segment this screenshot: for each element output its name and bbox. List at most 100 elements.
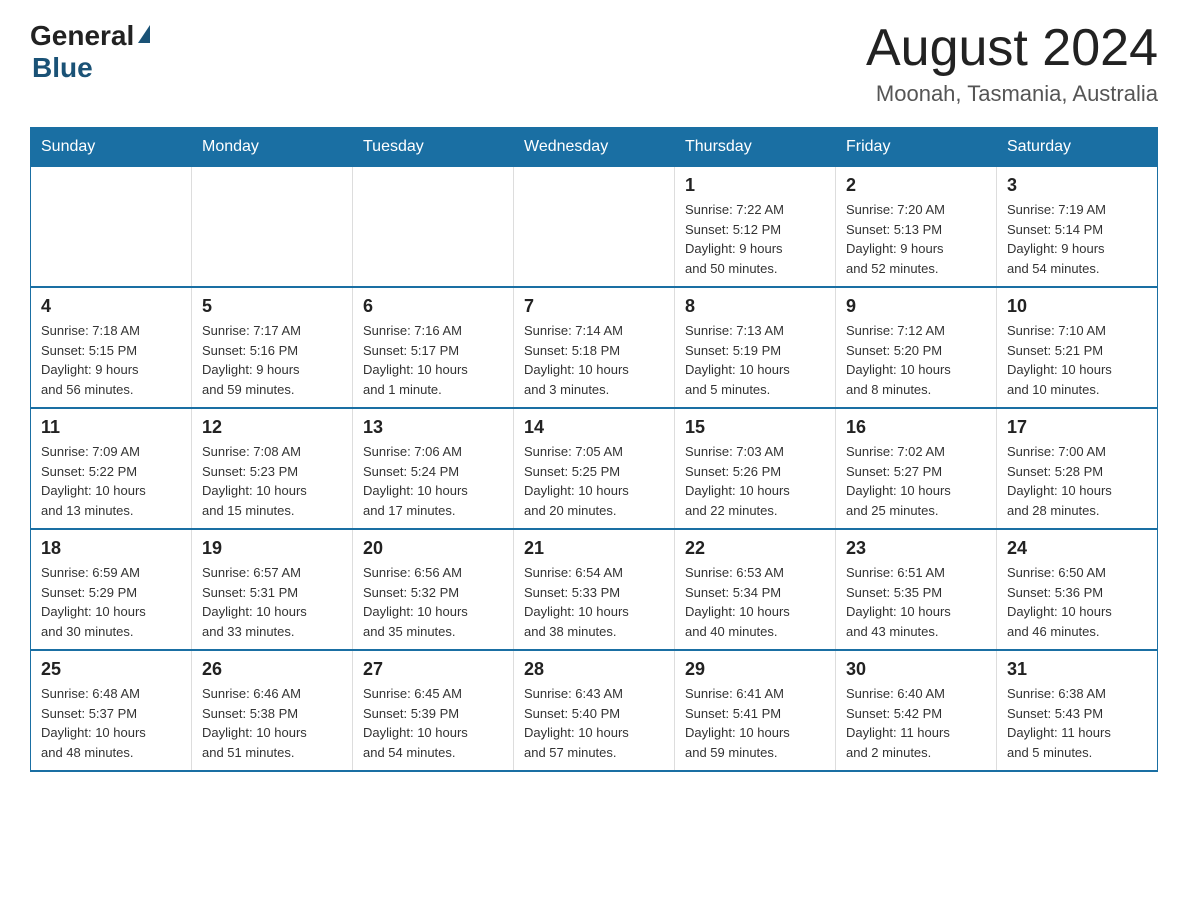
calendar-week-3: 11 Sunrise: 7:09 AM Sunset: 5:22 PM Dayli… (31, 408, 1158, 529)
calendar-table: SundayMondayTuesdayWednesdayThursdayFrid… (30, 127, 1158, 772)
day-number: 29 (685, 659, 825, 680)
day-info: Sunrise: 6:54 AM Sunset: 5:33 PM Dayligh… (524, 563, 664, 641)
location-subtitle: Moonah, Tasmania, Australia (866, 81, 1158, 107)
header-saturday: Saturday (997, 128, 1158, 167)
calendar-cell: 20 Sunrise: 6:56 AM Sunset: 5:32 PM Dayli… (353, 529, 514, 650)
header-sunday: Sunday (31, 128, 192, 167)
day-info: Sunrise: 6:57 AM Sunset: 5:31 PM Dayligh… (202, 563, 342, 641)
header-tuesday: Tuesday (353, 128, 514, 167)
day-number: 30 (846, 659, 986, 680)
day-number: 3 (1007, 175, 1147, 196)
day-info: Sunrise: 7:13 AM Sunset: 5:19 PM Dayligh… (685, 321, 825, 399)
calendar-week-2: 4 Sunrise: 7:18 AM Sunset: 5:15 PM Daylig… (31, 287, 1158, 408)
calendar-cell: 5 Sunrise: 7:17 AM Sunset: 5:16 PM Daylig… (192, 287, 353, 408)
logo-general-text: General (30, 20, 134, 52)
page-header: General Blue August 2024 Moonah, Tasmani… (30, 20, 1158, 107)
calendar-cell (192, 167, 353, 288)
day-info: Sunrise: 7:18 AM Sunset: 5:15 PM Dayligh… (41, 321, 181, 399)
day-number: 27 (363, 659, 503, 680)
calendar-cell: 1 Sunrise: 7:22 AM Sunset: 5:12 PM Daylig… (675, 167, 836, 288)
day-number: 16 (846, 417, 986, 438)
header-thursday: Thursday (675, 128, 836, 167)
header-monday: Monday (192, 128, 353, 167)
logo-text: General (30, 20, 150, 52)
calendar-cell: 11 Sunrise: 7:09 AM Sunset: 5:22 PM Dayli… (31, 408, 192, 529)
day-info: Sunrise: 6:53 AM Sunset: 5:34 PM Dayligh… (685, 563, 825, 641)
day-info: Sunrise: 6:48 AM Sunset: 5:37 PM Dayligh… (41, 684, 181, 762)
calendar-cell: 26Sunrise: 6:46 AM Sunset: 5:38 PM Dayli… (192, 650, 353, 771)
calendar-week-1: 1 Sunrise: 7:22 AM Sunset: 5:12 PM Daylig… (31, 167, 1158, 288)
day-number: 19 (202, 538, 342, 559)
day-number: 24 (1007, 538, 1147, 559)
day-info: Sunrise: 7:08 AM Sunset: 5:23 PM Dayligh… (202, 442, 342, 520)
month-title: August 2024 (866, 20, 1158, 77)
day-number: 11 (41, 417, 181, 438)
calendar-cell: 18 Sunrise: 6:59 AM Sunset: 5:29 PM Dayli… (31, 529, 192, 650)
calendar-cell: 7 Sunrise: 7:14 AM Sunset: 5:18 PM Daylig… (514, 287, 675, 408)
calendar-cell: 27 Sunrise: 6:45 AM Sunset: 5:39 PM Dayli… (353, 650, 514, 771)
day-number: 26 (202, 659, 342, 680)
header-friday: Friday (836, 128, 997, 167)
calendar-cell: 14 Sunrise: 7:05 AM Sunset: 5:25 PM Dayli… (514, 408, 675, 529)
calendar-header-row: SundayMondayTuesdayWednesdayThursdayFrid… (31, 128, 1158, 167)
day-info: Sunrise: 7:14 AM Sunset: 5:18 PM Dayligh… (524, 321, 664, 399)
day-number: 23 (846, 538, 986, 559)
logo-triangle-icon (138, 25, 150, 43)
calendar-cell: 9 Sunrise: 7:12 AM Sunset: 5:20 PM Daylig… (836, 287, 997, 408)
day-info: Sunrise: 7:19 AM Sunset: 5:14 PM Dayligh… (1007, 200, 1147, 278)
calendar-cell: 17Sunrise: 7:00 AM Sunset: 5:28 PM Dayli… (997, 408, 1158, 529)
day-number: 18 (41, 538, 181, 559)
day-number: 20 (363, 538, 503, 559)
day-info: Sunrise: 7:22 AM Sunset: 5:12 PM Dayligh… (685, 200, 825, 278)
day-number: 14 (524, 417, 664, 438)
calendar-cell: 19 Sunrise: 6:57 AM Sunset: 5:31 PM Dayli… (192, 529, 353, 650)
calendar-cell: 16 Sunrise: 7:02 AM Sunset: 5:27 PM Dayli… (836, 408, 997, 529)
calendar-cell: 29Sunrise: 6:41 AM Sunset: 5:41 PM Dayli… (675, 650, 836, 771)
calendar-cell: 25Sunrise: 6:48 AM Sunset: 5:37 PM Dayli… (31, 650, 192, 771)
calendar-cell: 13Sunrise: 7:06 AM Sunset: 5:24 PM Dayli… (353, 408, 514, 529)
day-number: 8 (685, 296, 825, 317)
day-info: Sunrise: 7:16 AM Sunset: 5:17 PM Dayligh… (363, 321, 503, 399)
calendar-cell: 2Sunrise: 7:20 AM Sunset: 5:13 PM Daylig… (836, 167, 997, 288)
day-info: Sunrise: 7:12 AM Sunset: 5:20 PM Dayligh… (846, 321, 986, 399)
calendar-cell: 22Sunrise: 6:53 AM Sunset: 5:34 PM Dayli… (675, 529, 836, 650)
calendar-cell: 3 Sunrise: 7:19 AM Sunset: 5:14 PM Daylig… (997, 167, 1158, 288)
header-wednesday: Wednesday (514, 128, 675, 167)
calendar-cell: 12 Sunrise: 7:08 AM Sunset: 5:23 PM Dayli… (192, 408, 353, 529)
day-info: Sunrise: 7:00 AM Sunset: 5:28 PM Dayligh… (1007, 442, 1147, 520)
day-info: Sunrise: 6:38 AM Sunset: 5:43 PM Dayligh… (1007, 684, 1147, 762)
calendar-cell: 30 Sunrise: 6:40 AM Sunset: 5:42 PM Dayli… (836, 650, 997, 771)
calendar-cell: 28Sunrise: 6:43 AM Sunset: 5:40 PM Dayli… (514, 650, 675, 771)
day-info: Sunrise: 6:59 AM Sunset: 5:29 PM Dayligh… (41, 563, 181, 641)
calendar-cell: 10 Sunrise: 7:10 AM Sunset: 5:21 PM Dayli… (997, 287, 1158, 408)
day-number: 1 (685, 175, 825, 196)
day-info: Sunrise: 7:03 AM Sunset: 5:26 PM Dayligh… (685, 442, 825, 520)
day-info: Sunrise: 6:40 AM Sunset: 5:42 PM Dayligh… (846, 684, 986, 762)
day-number: 6 (363, 296, 503, 317)
day-info: Sunrise: 7:20 AM Sunset: 5:13 PM Dayligh… (846, 200, 986, 278)
day-info: Sunrise: 6:51 AM Sunset: 5:35 PM Dayligh… (846, 563, 986, 641)
calendar-cell: 6 Sunrise: 7:16 AM Sunset: 5:17 PM Daylig… (353, 287, 514, 408)
day-info: Sunrise: 7:02 AM Sunset: 5:27 PM Dayligh… (846, 442, 986, 520)
day-info: Sunrise: 7:17 AM Sunset: 5:16 PM Dayligh… (202, 321, 342, 399)
calendar-week-5: 25Sunrise: 6:48 AM Sunset: 5:37 PM Dayli… (31, 650, 1158, 771)
calendar-cell (31, 167, 192, 288)
day-number: 7 (524, 296, 664, 317)
day-number: 31 (1007, 659, 1147, 680)
day-info: Sunrise: 7:09 AM Sunset: 5:22 PM Dayligh… (41, 442, 181, 520)
calendar-cell: 21 Sunrise: 6:54 AM Sunset: 5:33 PM Dayli… (514, 529, 675, 650)
day-info: Sunrise: 7:10 AM Sunset: 5:21 PM Dayligh… (1007, 321, 1147, 399)
day-info: Sunrise: 6:56 AM Sunset: 5:32 PM Dayligh… (363, 563, 503, 641)
day-number: 12 (202, 417, 342, 438)
day-number: 10 (1007, 296, 1147, 317)
day-info: Sunrise: 7:05 AM Sunset: 5:25 PM Dayligh… (524, 442, 664, 520)
day-number: 15 (685, 417, 825, 438)
calendar-week-4: 18 Sunrise: 6:59 AM Sunset: 5:29 PM Dayli… (31, 529, 1158, 650)
day-number: 21 (524, 538, 664, 559)
day-number: 5 (202, 296, 342, 317)
day-number: 28 (524, 659, 664, 680)
day-number: 4 (41, 296, 181, 317)
day-info: Sunrise: 6:50 AM Sunset: 5:36 PM Dayligh… (1007, 563, 1147, 641)
day-info: Sunrise: 6:45 AM Sunset: 5:39 PM Dayligh… (363, 684, 503, 762)
day-number: 9 (846, 296, 986, 317)
